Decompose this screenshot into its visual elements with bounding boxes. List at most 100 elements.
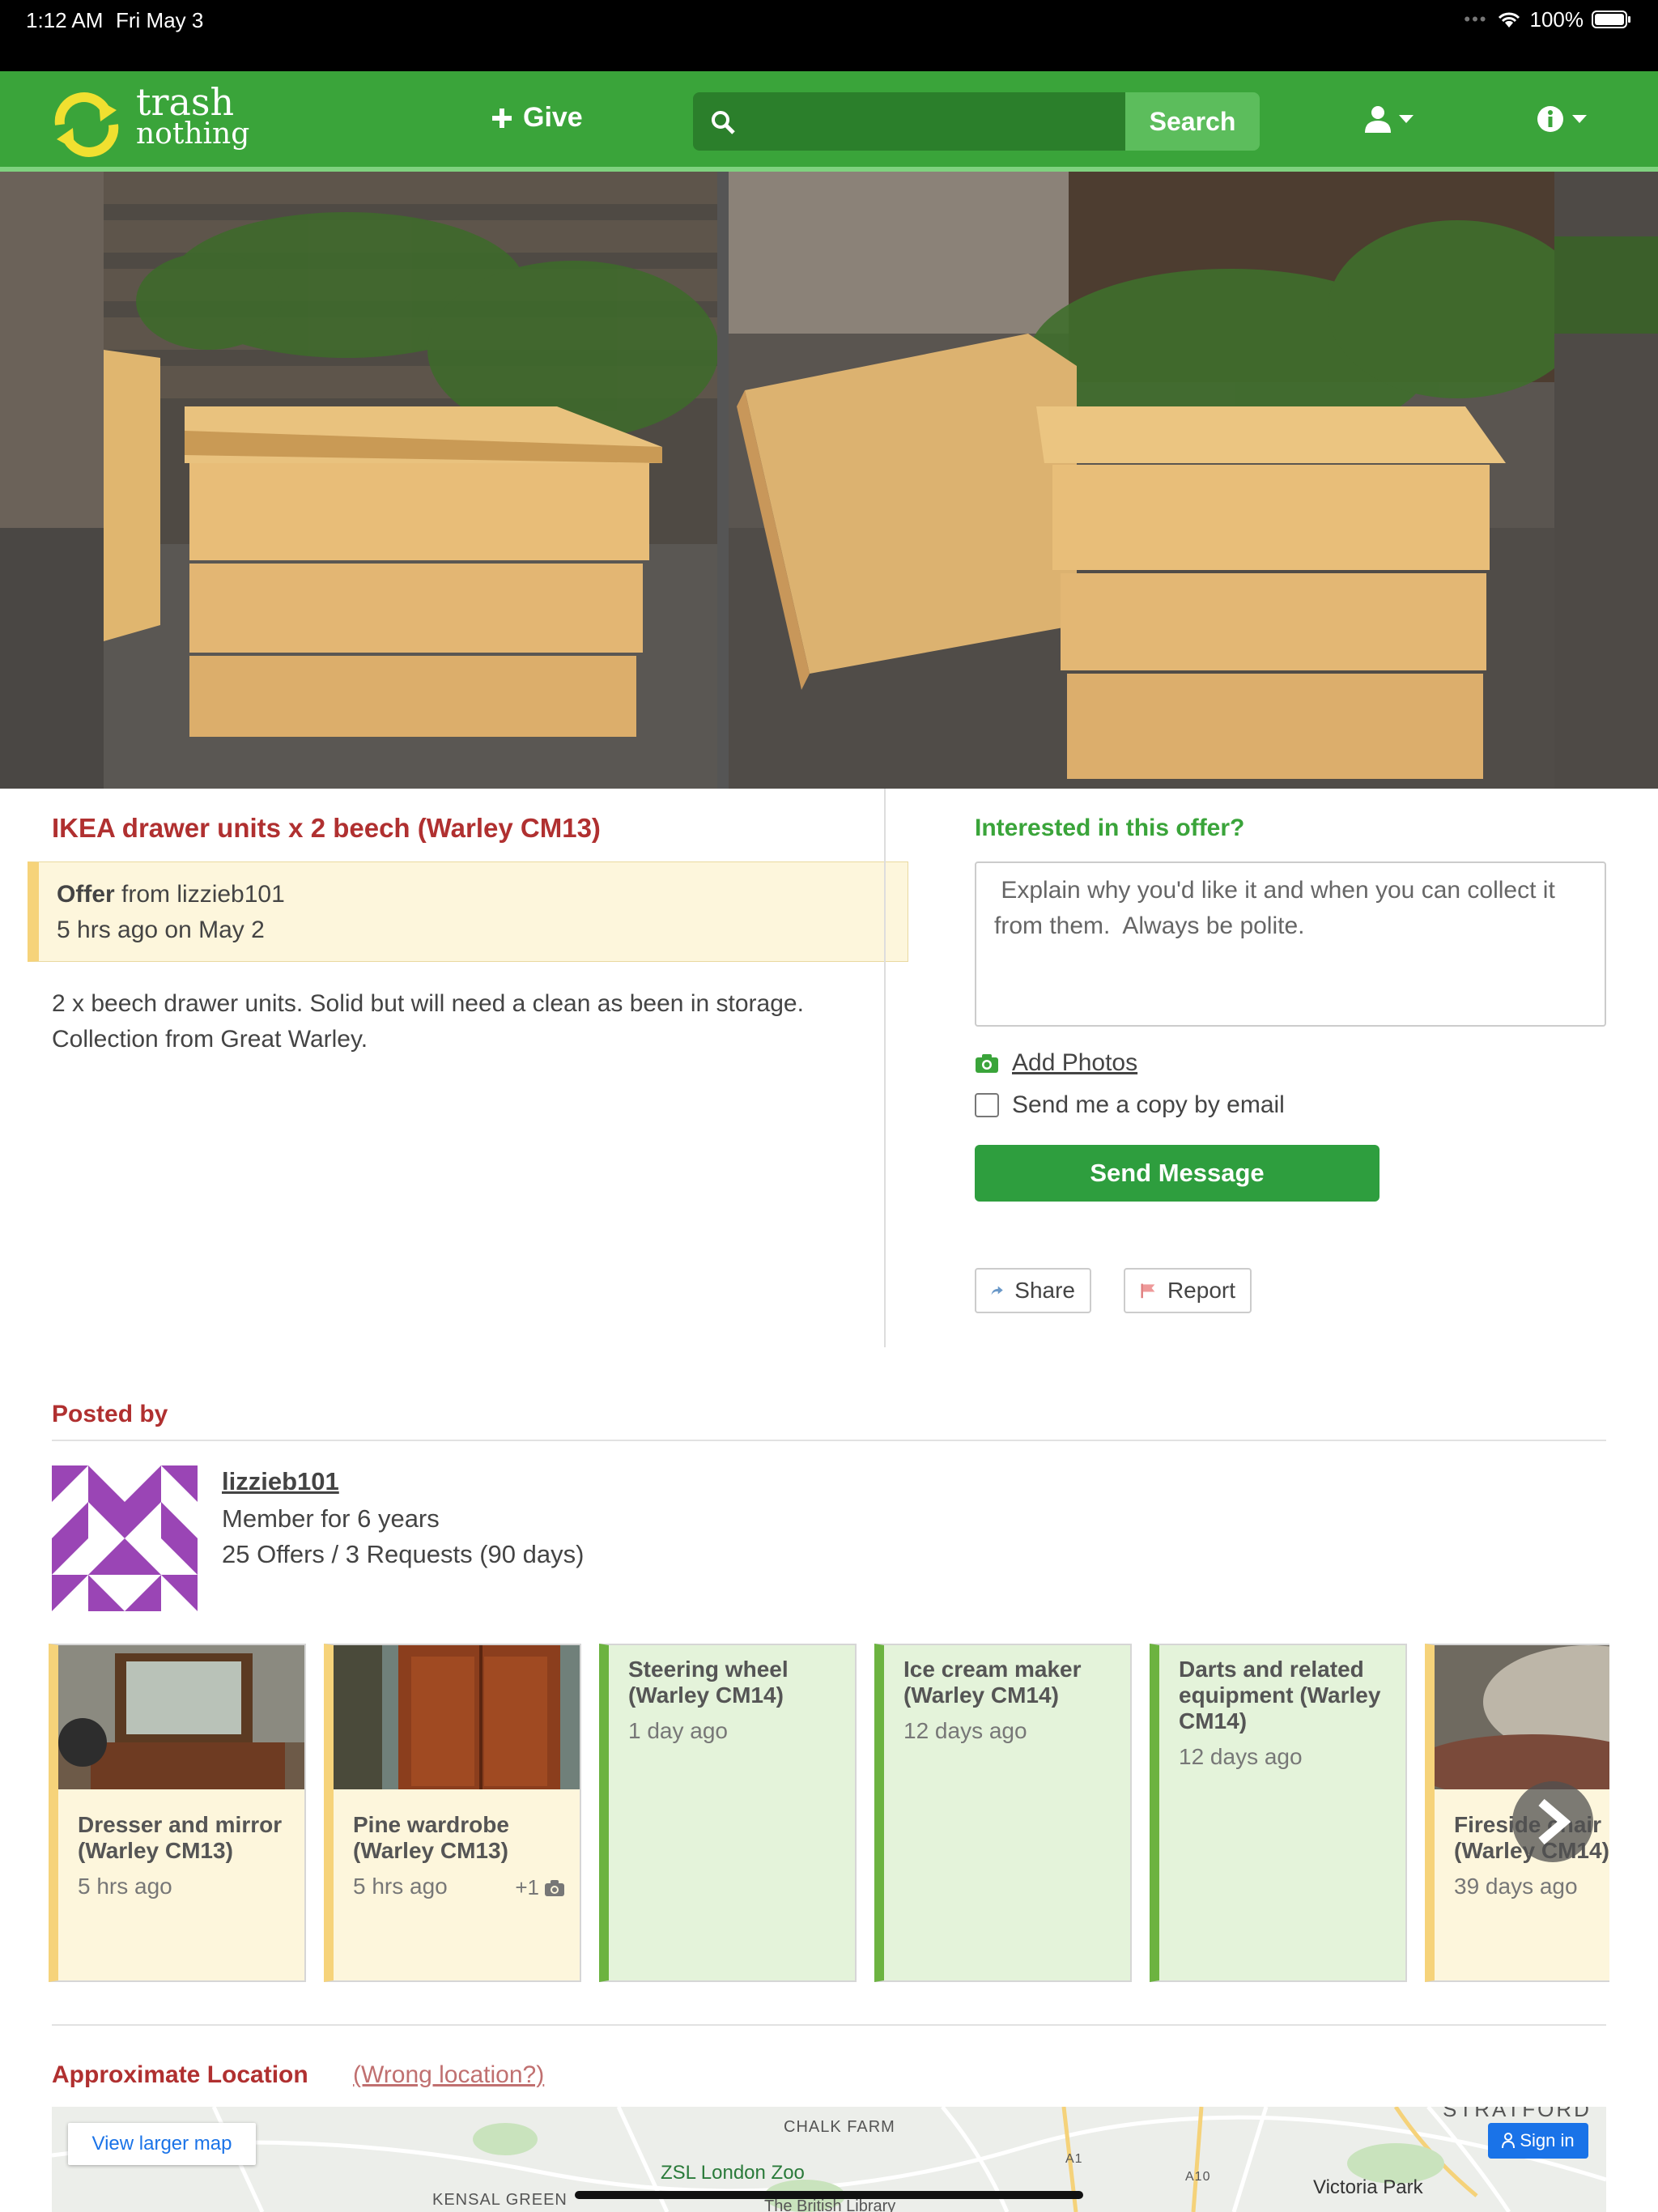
location-divider xyxy=(52,2024,1606,2026)
extra-photos-label: +1 xyxy=(515,1875,539,1899)
logo-line-2: nothing xyxy=(136,117,250,151)
post-type-label: Offer xyxy=(57,881,115,908)
description-line-2: Collection from Great Warley. xyxy=(52,1026,368,1053)
poster-stats: 25 Offers / 3 Requests (90 days) xyxy=(222,1540,585,1568)
user-menu[interactable] xyxy=(1365,105,1414,133)
post-card-title: Dresser and mirror (Warley CM13) xyxy=(78,1812,283,1863)
post-card-thumbnail xyxy=(1435,1645,1609,1789)
post-card-age: 1 day ago xyxy=(628,1718,728,1743)
share-arrow-icon xyxy=(991,1286,1003,1295)
post-card-age: 5 hrs ago xyxy=(78,1874,172,1899)
multitasking-dots-icon: ••• xyxy=(1464,9,1488,29)
search-input[interactable] xyxy=(742,92,1195,151)
add-photos-label: Add Photos xyxy=(1012,1049,1138,1076)
search-field-wrap xyxy=(693,92,1195,151)
share-button[interactable]: Share xyxy=(975,1268,1091,1313)
view-larger-map-link[interactable]: View larger map xyxy=(68,2123,256,2165)
drawer-photo-2[interactable] xyxy=(729,172,1554,789)
post-card-title: Steering wheel (Warley CM14) xyxy=(628,1657,789,1708)
post-card-age: 12 days ago xyxy=(1179,1744,1303,1769)
flag-icon xyxy=(1141,1283,1155,1299)
camera-icon xyxy=(976,1054,998,1073)
description-line-1: 2 x beech drawer units. Solid but will n… xyxy=(52,990,804,1017)
map-label: KENSAL GREEN xyxy=(432,2191,568,2209)
report-label: Report xyxy=(1167,1278,1235,1303)
info-icon xyxy=(1537,106,1563,132)
post-card[interactable]: Ice cream maker (Warley CM14) 12 days ag… xyxy=(874,1644,1132,1982)
add-photos-link[interactable]: Add Photos xyxy=(975,1049,1137,1077)
status-time: 1:12 AM xyxy=(26,8,104,32)
map-label: CHALK FARM xyxy=(784,2118,895,2136)
offer-from-text: from lizzieb101 xyxy=(121,881,285,908)
map-sign-in-button[interactable]: Sign in xyxy=(1488,2123,1588,2159)
top-navbar: trash nothing Give Search xyxy=(0,71,1658,172)
offer-info-box: Offer from lizzieb101 5 hrs ago on May 2 xyxy=(28,861,908,962)
give-button[interactable]: Give xyxy=(491,102,583,134)
status-bar: 1:12 AM Fri May 3 ••• 100% xyxy=(0,0,1658,71)
reply-heading: Interested in this offer? xyxy=(975,815,1245,841)
right-edge-photo xyxy=(1554,172,1658,789)
search-bar: Search xyxy=(693,92,1260,151)
recycle-arrows-icon xyxy=(54,92,119,157)
logo-line-1: trash xyxy=(136,80,235,124)
logo-text: trash nothing xyxy=(136,80,250,151)
post-card[interactable]: Darts and related equipment (Warley CM14… xyxy=(1150,1644,1407,1982)
post-title: IKEA drawer units x 2 beech (Warley CM13… xyxy=(52,813,601,843)
photo-banner xyxy=(0,172,1658,789)
post-description: 2 x beech drawer units. Solid but will n… xyxy=(52,986,861,1057)
search-icon xyxy=(712,111,735,134)
carousel-next-button[interactable] xyxy=(1512,1781,1593,1862)
post-card-thumbnail xyxy=(334,1645,580,1789)
other-posts-carousel: Dresser and mirror (Warley CM13) 5 hrs a… xyxy=(49,1644,1609,1984)
send-message-button[interactable]: Send Message xyxy=(975,1145,1380,1202)
offer-time: 5 hrs ago on May 2 xyxy=(57,917,265,943)
poster-member-since: Member for 6 years xyxy=(222,1504,440,1533)
map-label: The British Library xyxy=(764,2197,896,2212)
poster-avatar[interactable] xyxy=(52,1465,198,1611)
post-card-age: 12 days ago xyxy=(903,1718,1027,1743)
posted-by-heading: Posted by xyxy=(52,1401,168,1427)
report-button[interactable]: Report xyxy=(1124,1268,1252,1313)
email-copy-option[interactable]: Send me a copy by email xyxy=(975,1091,1285,1119)
wrong-location-link[interactable]: (Wrong location?) xyxy=(353,2061,544,2089)
post-card[interactable]: Steering wheel (Warley CM14) 1 day ago xyxy=(599,1644,857,1982)
camera-icon xyxy=(545,1879,564,1896)
post-card[interactable]: Pine wardrobe (Warley CM13) 5 hrs ago +1 xyxy=(324,1644,581,1982)
drawer-photo-1[interactable] xyxy=(104,172,717,789)
post-card-thumbnail xyxy=(58,1645,304,1789)
map-label: A10 xyxy=(1185,2170,1211,2184)
trash-nothing-logo[interactable]: trash nothing xyxy=(50,80,261,159)
plus-icon xyxy=(492,108,512,128)
email-copy-label: Send me a copy by email xyxy=(1012,1091,1285,1118)
extra-photos-count: +1 xyxy=(515,1875,565,1900)
person-icon xyxy=(1502,2133,1516,2149)
posted-by-divider xyxy=(52,1440,1606,1441)
left-edge-photo xyxy=(0,172,104,789)
message-textarea[interactable] xyxy=(975,861,1606,1027)
post-card-title: Darts and related equipment (Warley CM14… xyxy=(1179,1657,1381,1733)
caret-down-icon xyxy=(1399,115,1414,123)
post-card-title: Ice cream maker (Warley CM14) xyxy=(903,1657,1082,1708)
give-label: Give xyxy=(523,102,583,133)
post-card-age: 5 hrs ago xyxy=(353,1874,448,1899)
post-card-title: Pine wardrobe (Warley CM13) xyxy=(353,1812,509,1863)
poster-username-link[interactable]: lizzieb101 xyxy=(222,1467,339,1496)
info-menu[interactable] xyxy=(1537,105,1587,133)
caret-down-icon xyxy=(1572,115,1587,123)
wifi-icon xyxy=(1498,12,1520,28)
map-label: STRATFORD xyxy=(1443,2107,1592,2121)
offer-from-line: Offer from lizzieb101 xyxy=(57,877,908,912)
post-card[interactable]: Dresser and mirror (Warley CM13) 5 hrs a… xyxy=(49,1644,306,1982)
map-label: A1 xyxy=(1065,2152,1083,2166)
column-divider xyxy=(884,789,886,1347)
status-date: Fri May 3 xyxy=(116,8,204,32)
battery-icon xyxy=(1592,11,1630,28)
sign-in-label: Sign in xyxy=(1520,2130,1575,2150)
location-heading: Approximate Location xyxy=(52,2061,308,2088)
post-card-age: 39 days ago xyxy=(1454,1874,1578,1899)
home-indicator[interactable] xyxy=(575,2191,1083,2199)
map-label: ZSL London Zoo xyxy=(661,2162,805,2184)
user-icon xyxy=(1365,106,1391,133)
status-indicators: ••• 100% xyxy=(1464,5,1632,34)
email-copy-checkbox[interactable] xyxy=(975,1093,999,1117)
